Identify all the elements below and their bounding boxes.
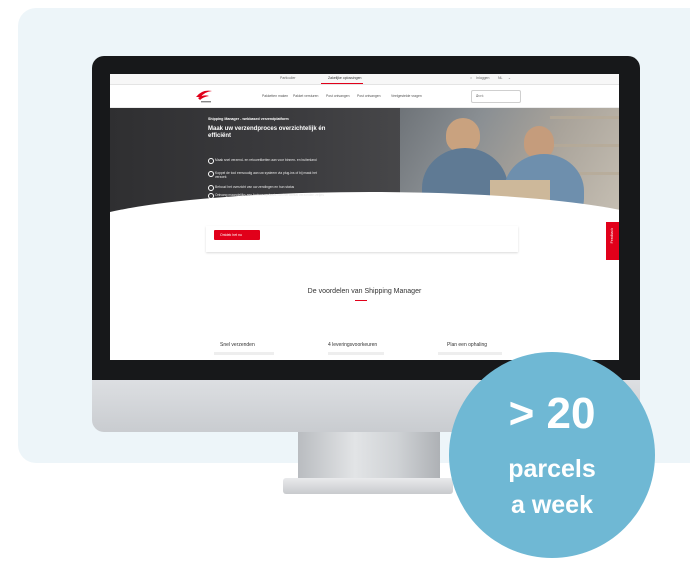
badge-line-1: parcels — [508, 455, 596, 483]
feature-title: Plan een ophaling — [447, 342, 488, 348]
section-title-underline — [355, 300, 367, 301]
user-icon: ○ — [470, 76, 473, 80]
main-navigation: Pakketten maken Pakket versturen Post on… — [110, 85, 619, 108]
feature-description — [214, 352, 274, 355]
feedback-tab[interactable]: Feedback — [606, 222, 619, 260]
nav-item-2[interactable]: Pakket versturen — [293, 94, 318, 98]
active-segment-indicator — [321, 83, 363, 84]
feature-title: Snel verzenden — [220, 342, 255, 348]
monitor-screen: Particulier Zakelijke oplossingen ○ Inlo… — [110, 74, 619, 360]
monitor-stand — [298, 425, 440, 485]
shelf — [550, 116, 619, 119]
hero-kicker: Shipping Manager - webbased verzendplatf… — [208, 117, 289, 121]
top-utility-bar: Particulier Zakelijke oplossingen ○ Inlo… — [110, 74, 619, 85]
shelf — [550, 144, 619, 147]
segment-private[interactable]: Particulier — [280, 76, 296, 80]
bpost-logo-icon — [196, 90, 212, 103]
nav-item-1[interactable]: Pakketten maken — [262, 94, 288, 98]
nav-item-4[interactable]: Post ontvangen — [357, 94, 381, 98]
feature-description — [328, 352, 384, 355]
discover-button[interactable]: Ontdek het nu — [214, 230, 260, 240]
check-circle-icon — [208, 193, 214, 199]
check-circle-icon — [208, 171, 214, 177]
nav-item-3[interactable]: Post ontvangen — [326, 94, 350, 98]
segment-business[interactable]: Zakelijke oplossingen — [328, 76, 361, 80]
check-circle-icon — [208, 185, 214, 191]
feature-title: 4 leveringsvoorkeuren — [328, 342, 378, 348]
feature-description — [438, 352, 502, 355]
hero-headline: Maak uw verzendproces overzichtelijk én … — [208, 126, 326, 139]
search-input[interactable]: Zoek ⌕ — [471, 90, 521, 103]
person-head — [446, 118, 480, 152]
check-circle-icon — [208, 158, 214, 164]
nav-item-5[interactable]: Veelgestelde vragen — [391, 94, 422, 98]
monitor-stand-base — [283, 478, 453, 494]
badge-number: > 20 — [508, 389, 596, 438]
language-select[interactable]: NL — [498, 76, 502, 80]
badge-line-2: a week — [510, 491, 593, 519]
search-icon: ⌕ — [476, 93, 479, 99]
login-link[interactable]: Inloggen — [476, 76, 489, 80]
chevron-down-icon: ⌄ — [508, 76, 511, 80]
parcels-badge: > 20 parcels a week — [449, 352, 655, 558]
section-title: De voordelen van Shipping Manager — [307, 288, 422, 295]
